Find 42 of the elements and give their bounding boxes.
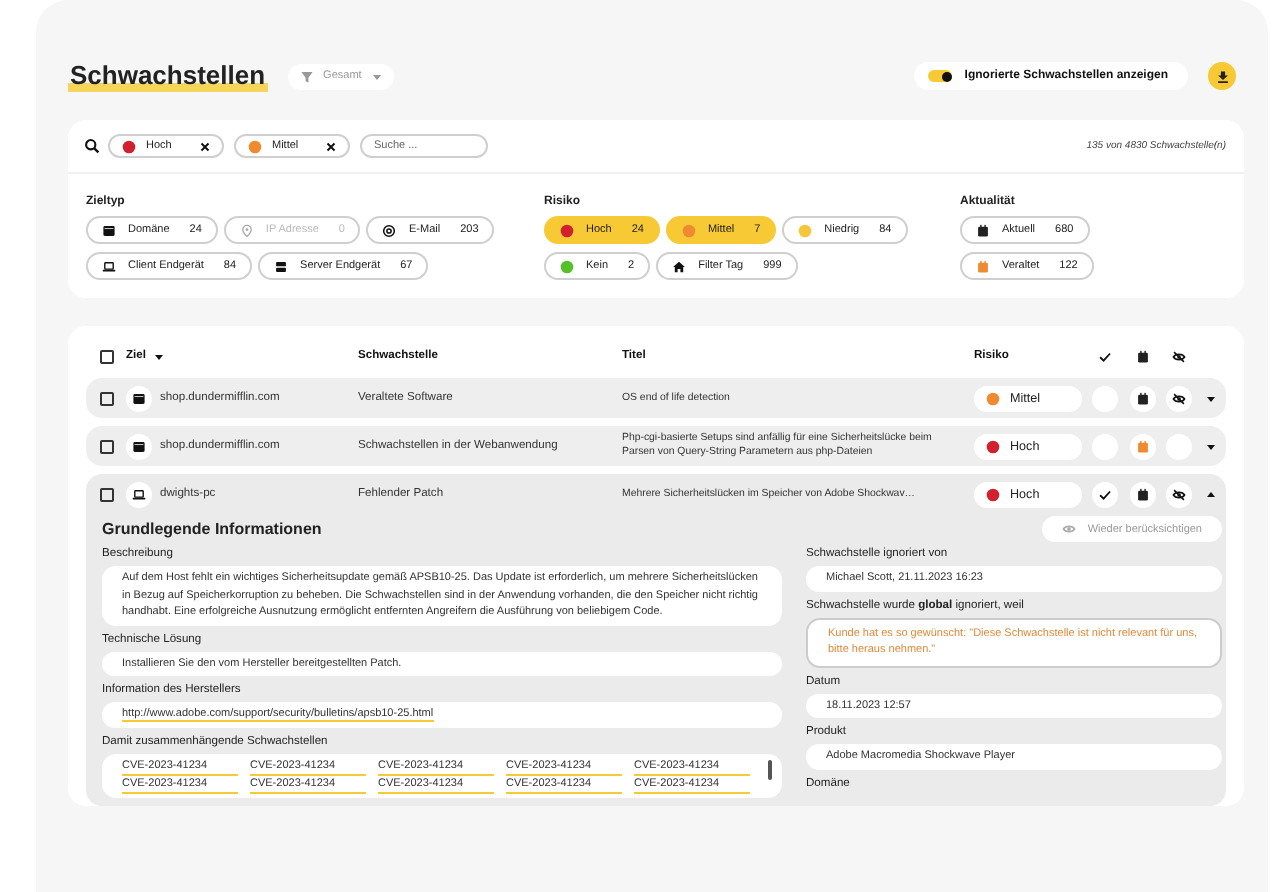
close-icon[interactable]: [200, 141, 210, 151]
expand-caret-icon[interactable]: [1205, 489, 1215, 499]
download-icon: [1215, 69, 1229, 83]
browser-window-icon: [132, 439, 146, 453]
select-all-checkbox[interactable]: [99, 349, 113, 363]
search-icon: [84, 138, 100, 154]
browser-window-icon: [132, 391, 146, 405]
calendar-icon: [1135, 349, 1149, 363]
checkmark-icon: [1098, 349, 1112, 363]
location-pin-icon: [239, 223, 254, 237]
house-icon: [672, 259, 687, 273]
server-icon: [274, 259, 289, 273]
calendar-icon: [976, 223, 990, 237]
eye-slash-icon: [1171, 487, 1185, 501]
expand-caret-icon[interactable]: [1205, 441, 1215, 451]
eye-icon: [1061, 522, 1076, 536]
ignored-indicator[interactable]: [1165, 385, 1191, 411]
expand-caret-icon[interactable]: [1205, 393, 1215, 403]
laptop-icon: [132, 487, 146, 501]
row-checkbox[interactable]: [99, 391, 113, 405]
ignored-indicator[interactable]: [1165, 481, 1191, 507]
section-heading: Grundlegende Informationen: [102, 518, 324, 542]
browser-window-icon: [102, 223, 116, 237]
currency-indicator[interactable]: [1129, 385, 1155, 411]
toggle-switch[interactable]: [928, 70, 953, 82]
laptop-icon: [102, 259, 116, 273]
row-checkbox[interactable]: [99, 487, 113, 501]
caret-icon: [371, 71, 382, 81]
at-sign-icon: [382, 223, 397, 237]
calendar-icon: [976, 259, 990, 273]
checkmark-icon: [1098, 487, 1112, 501]
sort-caret-icon: [154, 351, 164, 361]
row-checkbox[interactable]: [99, 439, 113, 453]
scrollbar-thumb[interactable]: [768, 759, 772, 779]
page-title: Schwachstellen: [68, 60, 268, 92]
download-button[interactable]: [1208, 62, 1236, 90]
eye-slash-icon: [1171, 391, 1185, 405]
close-icon[interactable]: [326, 141, 336, 151]
filter-icon: [299, 69, 314, 83]
confirmed-indicator[interactable]: [1092, 481, 1118, 507]
eye-slash-icon: [1171, 349, 1185, 363]
currency-indicator[interactable]: [1129, 481, 1155, 507]
